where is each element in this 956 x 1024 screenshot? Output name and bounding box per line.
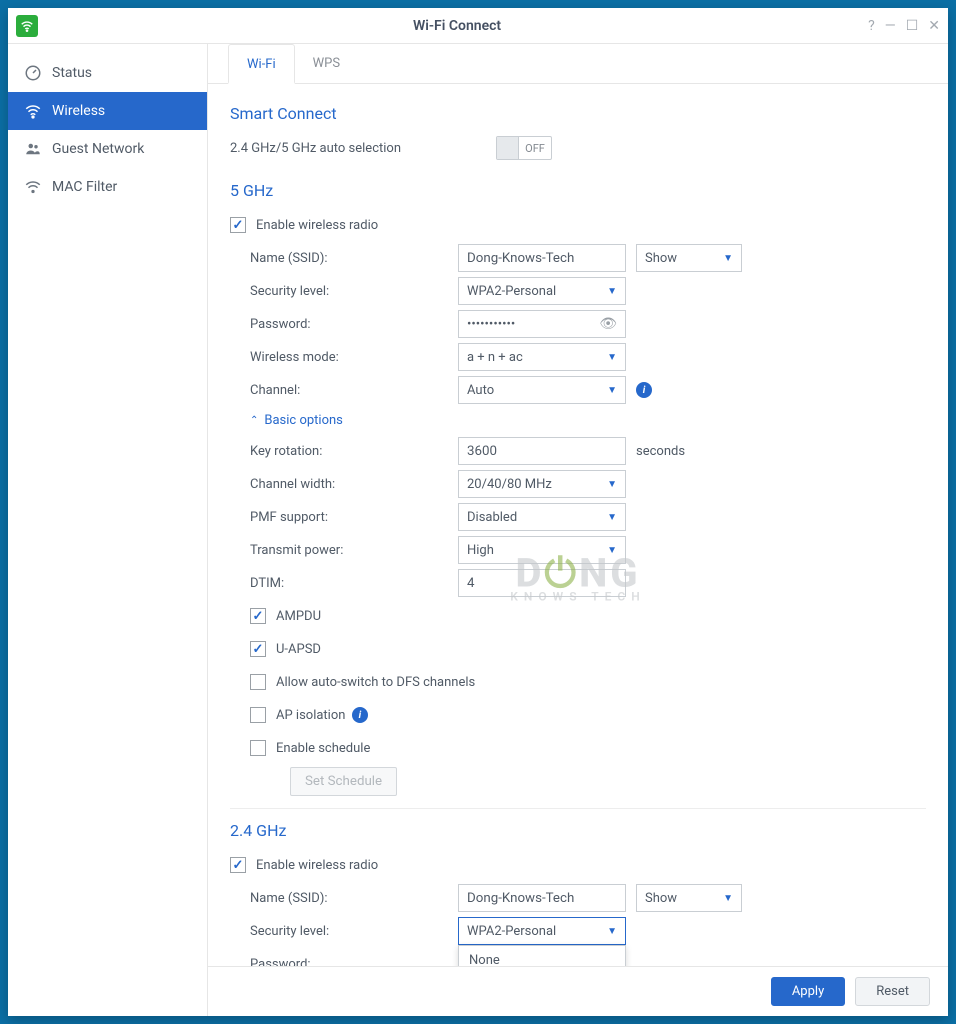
chevron-up-icon: ⌃ <box>250 415 258 426</box>
tab-wps[interactable]: WPS <box>295 44 358 83</box>
autosel-toggle[interactable]: OFF <box>496 136 552 160</box>
sidebar-item-guest-network[interactable]: Guest Network <box>8 130 207 168</box>
wifi-app-icon <box>16 15 38 37</box>
close-icon[interactable]: ✕ <box>928 18 940 34</box>
mode-label: Wireless mode: <box>230 350 458 365</box>
autosel-label: 2.4 GHz/5 GHz auto selection <box>230 141 496 156</box>
ssid-label: Name (SSID): <box>230 891 458 906</box>
seconds-label: seconds <box>636 444 685 459</box>
ghz24-enable-label: Enable wireless radio <box>256 858 378 873</box>
channel-label: Channel: <box>230 383 458 398</box>
apiso-label: AP isolation <box>276 708 345 723</box>
sidebar-item-label: Status <box>52 65 92 81</box>
app-window: Wi-Fi Connect ? — ☐ ✕ Status Wireless Gu… <box>8 8 948 1016</box>
titlebar: Wi-Fi Connect ? — ☐ ✕ <box>8 8 948 44</box>
ampdu-checkbox[interactable] <box>250 608 266 624</box>
ampdu-label: AMPDU <box>276 609 321 624</box>
ghz24-title: 2.4 GHz <box>230 821 926 840</box>
chwidth-select[interactable]: 20/40/80 MHz▼ <box>458 470 626 498</box>
ghz24-visibility-select[interactable]: Show▼ <box>636 884 742 912</box>
smart-connect-title: Smart Connect <box>230 104 926 123</box>
dropdown-option[interactable]: None <box>459 946 625 966</box>
ssid-label: Name (SSID): <box>230 251 458 266</box>
sidebar-item-label: Guest Network <box>52 141 144 157</box>
sidebar-item-status[interactable]: Status <box>8 54 207 92</box>
eye-off-icon[interactable]: 👁 <box>599 316 617 332</box>
security-label: Security level: <box>230 924 458 939</box>
filter-wifi-icon <box>24 178 42 196</box>
pmf-label: PMF support: <box>230 510 458 525</box>
security-dropdown: None WEP WPA/WPA2-Personal WPA/WPA2-Ente… <box>458 945 626 966</box>
ghz24-security-select[interactable]: WPA2-Personal▼ <box>458 917 626 945</box>
sidebar-item-label: Wireless <box>52 103 105 119</box>
ghz5-enable-checkbox[interactable] <box>230 217 246 233</box>
reset-button[interactable]: Reset <box>855 977 930 1006</box>
apiso-checkbox[interactable] <box>250 707 266 723</box>
ghz5-channel-select[interactable]: Auto▼ <box>458 376 626 404</box>
tab-wifi[interactable]: Wi-Fi <box>228 44 295 84</box>
keyrot-label: Key rotation: <box>230 444 458 459</box>
info-icon[interactable]: i <box>636 382 652 398</box>
txpower-select[interactable]: High▼ <box>458 536 626 564</box>
password-label: Password: <box>230 957 458 967</box>
chwidth-label: Channel width: <box>230 477 458 492</box>
sched-label: Enable schedule <box>276 741 370 756</box>
sched-checkbox[interactable] <box>250 740 266 756</box>
sidebar-item-label: MAC Filter <box>52 179 117 195</box>
ghz5-visibility-select[interactable]: Show▼ <box>636 244 742 272</box>
ghz24-enable-checkbox[interactable] <box>230 857 246 873</box>
sidebar-item-mac-filter[interactable]: MAC Filter <box>8 168 207 206</box>
ghz5-enable-label: Enable wireless radio <box>256 218 378 233</box>
dtim-label: DTIM: <box>230 576 458 591</box>
password-label: Password: <box>230 317 458 332</box>
dtim-input[interactable] <box>458 569 626 597</box>
info-icon[interactable]: i <box>352 707 368 723</box>
txpower-label: Transmit power: <box>230 543 458 558</box>
basic-options-toggle[interactable]: ⌃Basic options <box>230 413 926 428</box>
apply-button[interactable]: Apply <box>771 977 845 1006</box>
window-title: Wi-Fi Connect <box>46 18 868 34</box>
minimize-icon[interactable]: — <box>885 18 896 34</box>
help-icon[interactable]: ? <box>868 18 875 34</box>
keyrot-input[interactable] <box>458 437 626 465</box>
ghz5-mode-select[interactable]: a + n + ac▼ <box>458 343 626 371</box>
ghz24-ssid-input[interactable] <box>458 884 626 912</box>
dfs-label: Allow auto-switch to DFS channels <box>276 675 475 690</box>
tabs: Wi-Fi WPS <box>208 44 948 84</box>
sidebar: Status Wireless Guest Network MAC Filter <box>8 44 208 1016</box>
pmf-select[interactable]: Disabled▼ <box>458 503 626 531</box>
uapsd-label: U-APSD <box>276 642 321 657</box>
ghz5-title: 5 GHz <box>230 181 926 200</box>
sidebar-item-wireless[interactable]: Wireless <box>8 92 207 130</box>
ghz5-password-input[interactable]: ••••••••••• 👁 <box>458 310 626 338</box>
security-label: Security level: <box>230 284 458 299</box>
dfs-checkbox[interactable] <box>250 674 266 690</box>
set-schedule-button: Set Schedule <box>290 767 397 796</box>
users-icon <box>24 140 42 158</box>
content-area: Smart Connect 2.4 GHz/5 GHz auto selecti… <box>208 84 948 966</box>
ghz5-ssid-input[interactable] <box>458 244 626 272</box>
wifi-icon <box>24 102 42 120</box>
gauge-icon <box>24 64 42 82</box>
ghz5-security-select[interactable]: WPA2-Personal▼ <box>458 277 626 305</box>
uapsd-checkbox[interactable] <box>250 641 266 657</box>
footer: Apply Reset <box>208 966 948 1016</box>
maximize-icon[interactable]: ☐ <box>906 18 919 34</box>
